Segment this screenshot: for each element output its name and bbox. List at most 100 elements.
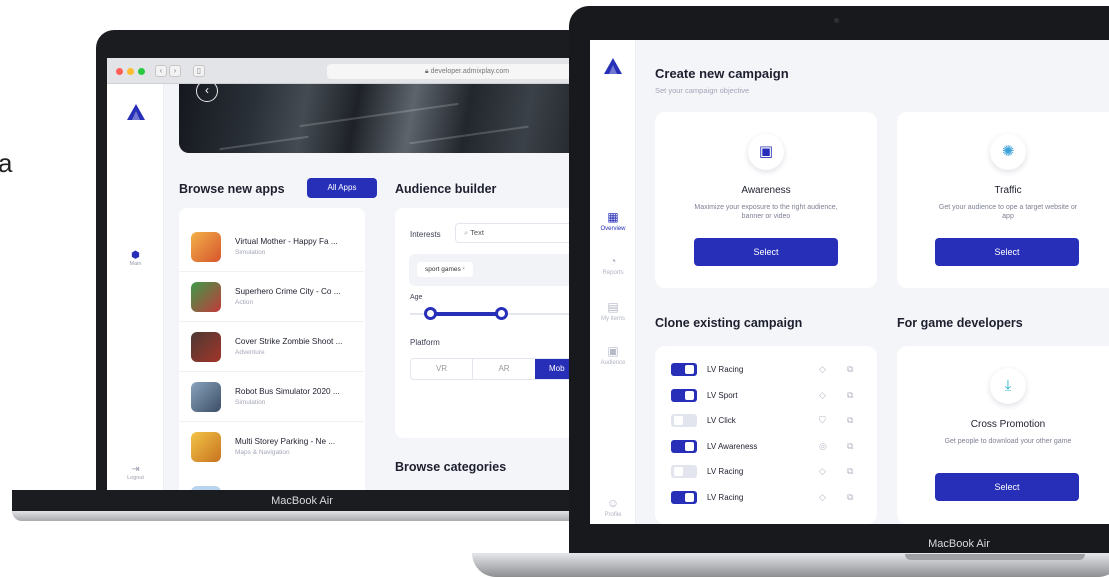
age-slider-range [430,312,502,316]
app-category: Maps & Navigation [235,449,290,456]
page-title: Create new campaign [655,66,789,81]
campaign-toggle[interactable] [671,439,697,453]
sidebar-item-overview[interactable]: ▦ Overview [590,210,636,232]
platform-segmented-control: VR AR Mob [410,358,587,380]
cross-promotion-card: ⤓ Cross Promotion Get people to download… [897,346,1109,524]
right-laptop-brand: MacBook Air [928,538,990,550]
list-item[interactable]: LV Awareness ◎ ⧉ [655,434,875,460]
interest-tags-area: sport games ˣ [409,254,587,286]
list-item[interactable]: Robot Bus Simulator 2020 ... Simulation [179,372,364,422]
list-item[interactable]: LV Racing ◇ ⧉ [655,485,875,511]
eye-icon[interactable]: ◎ [819,441,827,452]
game-developers-title: For game developers [897,316,1023,330]
age-slider-max-handle[interactable] [495,307,508,320]
maximize-window-button[interactable] [138,68,145,75]
list-item[interactable]: LV Click ⛉ ⧉ [655,408,875,434]
interests-search-input[interactable]: ⌕ Text [455,223,587,243]
campaign-toggle[interactable] [671,414,697,427]
address-bar[interactable]: 🔒︎ developer.admixplay.com [327,64,587,79]
browser-toolbar: ‹ › ▯ 🔒︎ developer.admixplay.com [107,58,587,84]
cross-promotion-select-button[interactable]: Select [935,473,1079,501]
list-item[interactable]: Cover Strike Zombie Shoot ... Adventure [179,322,364,372]
sidebar-item-logout[interactable]: ⇥ Logout [107,464,164,481]
right-laptop-hinge [905,554,1085,560]
admix-logo-icon [127,104,145,120]
app-thumbnail [191,382,221,412]
awareness-icon: ▣ [748,134,784,170]
copy-icon[interactable]: ⧉ [847,364,853,375]
page-subtitle: Set your campaign objective [655,86,750,95]
cursor-click-icon: ✺ [990,134,1026,170]
tag-icon[interactable]: ◇ [819,390,826,401]
items-icon: ▤ [607,300,619,314]
webcam-icon [834,18,839,23]
campaign-toggle[interactable] [671,490,697,504]
platform-option-vr[interactable]: VR [411,359,473,379]
app-category: Action [235,299,254,306]
remove-tag-icon[interactable]: ˣ [463,267,465,273]
edge-text: a [0,148,13,178]
campaign-toggle[interactable] [671,363,697,376]
interest-tag[interactable]: sport games ˣ [417,262,473,277]
browser-back-icon[interactable]: ‹ [155,65,167,77]
all-apps-button[interactable]: All Apps [307,178,377,198]
copy-icon[interactable]: ⧉ [847,492,853,503]
minimize-window-button[interactable] [127,68,134,75]
app-name: Virtual Mother - Happy Fa ... [235,237,338,246]
traffic-title: Traffic [994,185,1022,196]
reports-icon: ◔ [609,254,617,268]
list-item[interactable]: Multi Storey Parking - Ne ... Maps & Nav… [179,422,364,472]
sidebar-item-my-items[interactable]: ▤ My items [590,300,636,322]
app-thumbnail [191,232,221,262]
close-window-button[interactable] [116,68,123,75]
list-item[interactable]: Superhero Crime City - Co ... Action [179,272,364,322]
tag-icon[interactable]: ◇ [819,364,826,375]
list-item[interactable]: LV Racing ◇ ⧉ [655,357,875,383]
interests-label: Interests [410,230,441,239]
browser-forward-icon[interactable]: › [169,65,181,77]
sidebar-item-label: Main [129,261,142,267]
campaign-name: LV Racing [707,467,744,476]
awareness-select-button[interactable]: Select [694,238,838,266]
awareness-description: Maximize your exposure to the right audi… [694,204,838,220]
list-item[interactable]: LV Racing ◇ ⧉ [655,459,875,485]
copy-icon[interactable]: ⧉ [847,415,853,426]
traffic-description: Get your audience to ope a target websit… [938,204,1078,220]
banner-back-button[interactable]: ‹ [196,84,218,102]
sidebar-toggle-icon[interactable]: ▯ [193,65,205,77]
app-name: Multi Storey Parking - Ne ... [235,437,336,446]
list-item[interactable]: LV Sport ◇ ⧉ [655,383,875,409]
app-category: Adventure [235,349,265,356]
clone-campaign-list: LV Racing ◇ ⧉ LV Sport ◇ ⧉ LV Click ⛉ ⧉ … [655,346,877,524]
tag-icon[interactable]: ◇ [819,466,826,477]
left-laptop-screen: ‹ › ▯ 🔒︎ developer.admixplay.com ⬢ Main … [107,58,587,490]
age-slider-min-handle[interactable] [424,307,437,320]
copy-icon[interactable]: ⧉ [847,466,853,477]
app-name: Cover Strike Zombie Shoot ... [235,337,343,346]
sidebar-item-audience[interactable]: ▣ Audience [590,344,636,366]
campaign-toggle[interactable] [671,388,697,402]
copy-icon[interactable]: ⧉ [847,390,853,401]
campaign-name: LV Sport [707,390,738,400]
cart-icon[interactable]: ⛉ [819,415,826,426]
tag-icon[interactable]: ◇ [819,492,826,503]
list-item[interactable]: Virtual Mother - Happy Fa ... Simulation [179,222,364,272]
sidebar-item-label: Overview [600,226,626,232]
sidebar-item-main[interactable]: ⬢ Main [107,250,164,267]
sidebar-item-label: Audience [600,360,626,366]
copy-icon[interactable]: ⧉ [847,441,853,452]
app-thumbnail [191,282,221,312]
sidebar-item-profile[interactable]: ☺ Profile [590,496,636,518]
sidebar-item-label: Logout [127,475,144,481]
campaign-toggle[interactable] [671,465,697,478]
app-category: Simulation [235,249,266,256]
sidebar-item-reports[interactable]: ◔ Reports [590,254,636,276]
sidebar-item-label: My items [601,316,625,322]
traffic-select-button[interactable]: Select [935,238,1079,266]
grid-icon: ▦ [607,210,619,224]
platform-option-ar[interactable]: AR [473,359,535,379]
logout-icon: ⇥ [131,464,140,475]
audience-builder-card: Interests ⌕ Text sport games ˣ Age Platf… [395,208,587,438]
campaign-name: LV Racing [707,492,744,502]
app-thumbnail [191,332,221,362]
